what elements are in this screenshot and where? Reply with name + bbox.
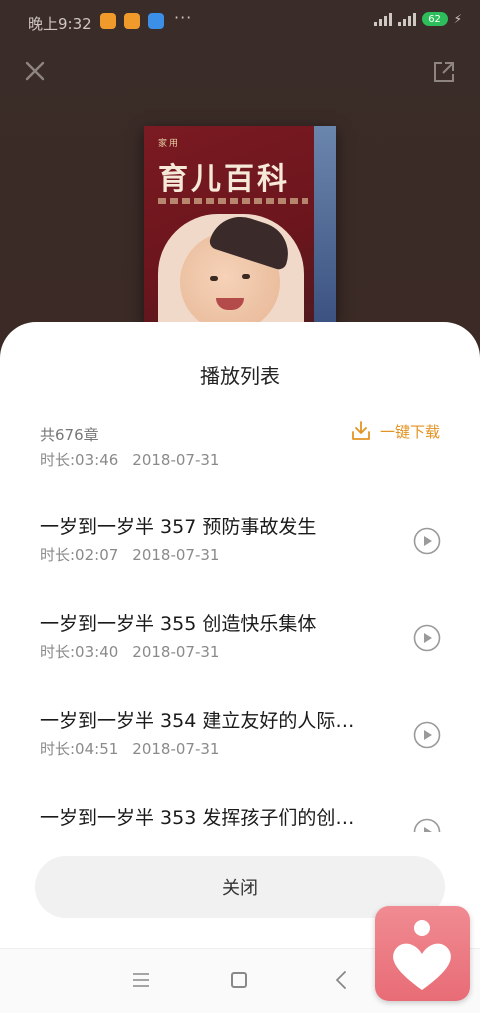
item-title: 一岁到一岁半 355 创造快乐集体 <box>40 613 317 635</box>
list-item[interactable]: 时长:03:46 2018-07-31 <box>0 450 480 514</box>
sheet-title: 播放列表 <box>200 364 280 388</box>
list-item[interactable]: 一岁到一岁半 353 发挥孩子们的创… <box>0 803 480 832</box>
item-title: 一岁到一岁半 357 预防事故发生 <box>40 516 317 538</box>
status-indicators: 62 ⚡ <box>373 12 462 26</box>
play-icon[interactable] <box>413 721 441 749</box>
cover-photo <box>158 214 304 326</box>
cover-title: 育儿百科 <box>158 162 290 197</box>
close-icon[interactable] <box>22 58 48 84</box>
list-item[interactable]: 一岁到一岁半 354 建立友好的人际… 时长:04:51 2018-07-31 <box>0 706 480 803</box>
notification-app-icon <box>124 13 140 29</box>
heart-app-icon[interactable] <box>375 906 470 1001</box>
baby-mouth <box>216 298 244 310</box>
item-title: 一岁到一岁半 354 建立友好的人际… <box>40 710 355 732</box>
item-date: 2018-07-31 <box>132 546 220 564</box>
more-notifications-icon: ··· <box>174 8 193 27</box>
status-bar: 晚上9:32 ··· 62 ⚡ <box>0 0 480 44</box>
item-duration: 时长:02:07 <box>40 546 119 564</box>
play-icon[interactable] <box>413 527 441 555</box>
battery-icon: 62 <box>421 12 448 26</box>
item-date: 2018-07-31 <box>132 740 220 758</box>
playlist[interactable]: 时长:03:46 2018-07-31 一岁到一岁半 357 预防事故发生 时长:… <box>0 450 480 832</box>
home-icon[interactable] <box>231 972 247 988</box>
signal-icon <box>397 12 416 26</box>
list-item[interactable]: 一岁到一岁半 357 预防事故发生 时长:02:07 2018-07-31 <box>0 512 480 609</box>
play-icon[interactable] <box>413 818 441 832</box>
share-icon[interactable] <box>432 60 456 84</box>
album-cover: 家用 育儿百科 <box>144 126 336 326</box>
item-meta: 时长:03:40 2018-07-31 <box>40 641 219 662</box>
charging-icon: ⚡ <box>453 12 462 26</box>
play-icon[interactable] <box>413 624 441 652</box>
status-time: 晚上9:32 <box>28 15 92 33</box>
notification-app-icon <box>148 13 164 29</box>
chapter-count: 共676章 <box>40 426 99 444</box>
item-title: 一岁到一岁半 353 发挥孩子们的创… <box>40 807 355 829</box>
download-icon <box>352 421 370 440</box>
item-meta: 时长:02:07 2018-07-31 <box>40 544 219 565</box>
battery-level: 62 <box>428 13 441 25</box>
item-date: 2018-07-31 <box>132 451 220 469</box>
cover-stripe <box>314 126 336 326</box>
item-duration: 时长:04:51 <box>40 740 119 758</box>
signal-icon <box>373 12 392 26</box>
download-all-label: 一键下载 <box>379 422 440 441</box>
back-icon[interactable] <box>334 971 348 989</box>
item-meta: 时长:03:46 2018-07-31 <box>40 450 219 470</box>
cover-decoration <box>158 198 308 204</box>
item-duration: 时长:03:40 <box>40 643 119 661</box>
list-item[interactable]: 一岁到一岁半 355 创造快乐集体 时长:03:40 2018-07-31 <box>0 609 480 706</box>
cover-subtitle: 家用 <box>158 139 181 149</box>
item-duration: 时长:03:46 <box>40 451 119 469</box>
notification-app-icon <box>100 13 116 29</box>
menu-icon[interactable] <box>132 971 150 989</box>
baby-eye <box>210 276 218 281</box>
item-meta: 时长:04:51 2018-07-31 <box>40 738 219 759</box>
baby-eye <box>242 274 250 279</box>
item-date: 2018-07-31 <box>132 643 220 661</box>
download-all-button[interactable]: 一键下载 <box>350 420 440 442</box>
